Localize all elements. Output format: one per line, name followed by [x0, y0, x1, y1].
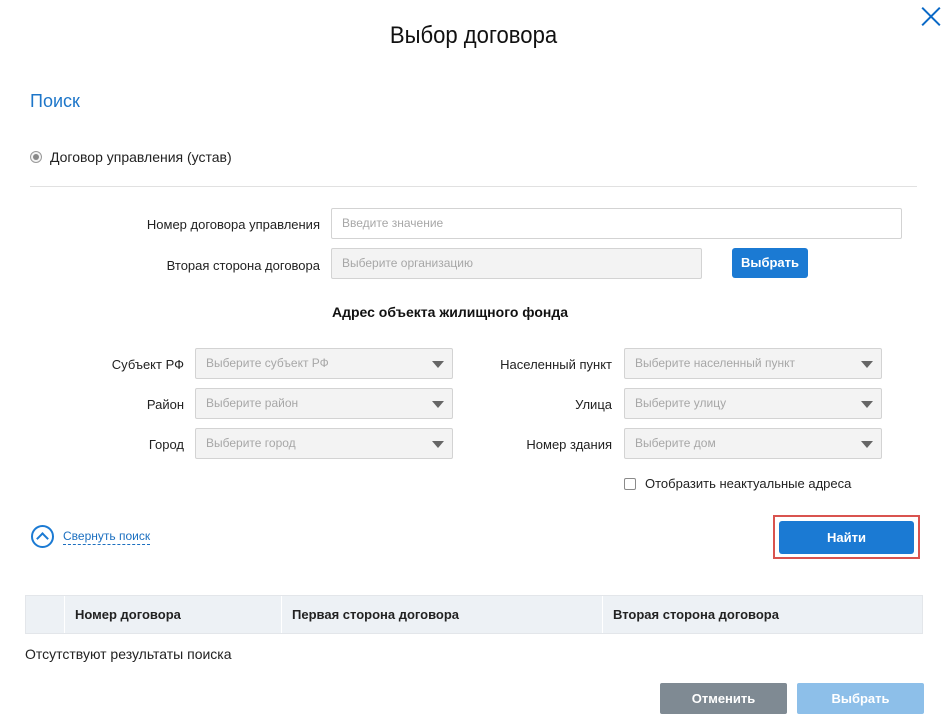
search-section-title: Поиск: [30, 91, 80, 111]
building-label: Номер здания: [526, 437, 612, 452]
building-select[interactable]: Выберите дом: [624, 428, 882, 459]
table-header-contract-number[interactable]: Номер договора: [64, 596, 281, 633]
chevron-down-icon: [861, 441, 873, 448]
divider: [30, 186, 917, 187]
settlement-label: Населенный пункт: [500, 357, 612, 372]
table-header-second-party[interactable]: Вторая сторона договора: [602, 596, 922, 633]
cancel-button[interactable]: Отменить: [660, 683, 787, 714]
city-select[interactable]: Выберите город: [195, 428, 453, 459]
street-label: Улица: [575, 397, 612, 412]
region-select-placeholder: Выберите субъект РФ: [206, 356, 329, 370]
collapse-search-label[interactable]: Свернуть поиск: [63, 529, 151, 545]
contract-type-radio-option[interactable]: Договор управления (устав): [30, 149, 232, 165]
chevron-up-circle-icon[interactable]: [31, 525, 54, 548]
second-party-label: Вторая сторона договора: [166, 258, 320, 273]
select-organization-button[interactable]: Выбрать: [732, 248, 808, 278]
district-select[interactable]: Выберите район: [195, 388, 453, 419]
building-select-placeholder: Выберите дом: [635, 436, 716, 450]
city-select-placeholder: Выберите город: [206, 436, 296, 450]
select-button[interactable]: Выбрать: [797, 683, 924, 714]
table-header-first-party[interactable]: Первая сторона договора: [281, 596, 602, 633]
street-select[interactable]: Выберите улицу: [624, 388, 882, 419]
chevron-down-icon: [432, 441, 444, 448]
empty-results-message: Отсутствуют результаты поиска: [25, 646, 232, 662]
contract-number-label: Номер договора управления: [146, 217, 320, 232]
show-inactive-checkbox[interactable]: [624, 477, 636, 490]
collapse-search-link[interactable]: Свернуть поиск: [31, 525, 151, 548]
radio-button[interactable]: [30, 151, 42, 163]
street-select-placeholder: Выберите улицу: [635, 396, 727, 410]
chevron-down-icon: [861, 401, 873, 408]
settlement-select-placeholder: Выберите населенный пункт: [635, 356, 795, 370]
results-table-header: Номер договора Первая сторона договора В…: [25, 595, 923, 634]
close-icon[interactable]: [920, 5, 942, 27]
region-label: Субъект РФ: [111, 357, 184, 372]
chevron-down-icon: [432, 361, 444, 368]
second-party-input[interactable]: Выберите организацию: [331, 248, 702, 279]
district-label: Район: [146, 397, 184, 412]
contract-number-input[interactable]: Введите значение: [331, 208, 902, 239]
chevron-down-icon: [861, 361, 873, 368]
chevron-down-icon: [432, 401, 444, 408]
district-select-placeholder: Выберите район: [206, 396, 299, 410]
show-inactive-label: Отобразить неактуальные адреса: [645, 476, 852, 491]
find-button[interactable]: Найти: [779, 521, 914, 554]
address-heading: Адрес объекта жилищного фонда: [331, 304, 569, 320]
show-inactive-addresses-option[interactable]: Отобразить неактуальные адреса: [624, 476, 851, 491]
region-select[interactable]: Выберите субъект РФ: [195, 348, 453, 379]
radio-label: Договор управления (устав): [50, 149, 232, 165]
settlement-select[interactable]: Выберите населенный пункт: [624, 348, 882, 379]
city-label: Город: [148, 437, 184, 452]
dialog-title: Выбор договора: [389, 22, 558, 49]
table-header-cell-select: [26, 596, 64, 633]
